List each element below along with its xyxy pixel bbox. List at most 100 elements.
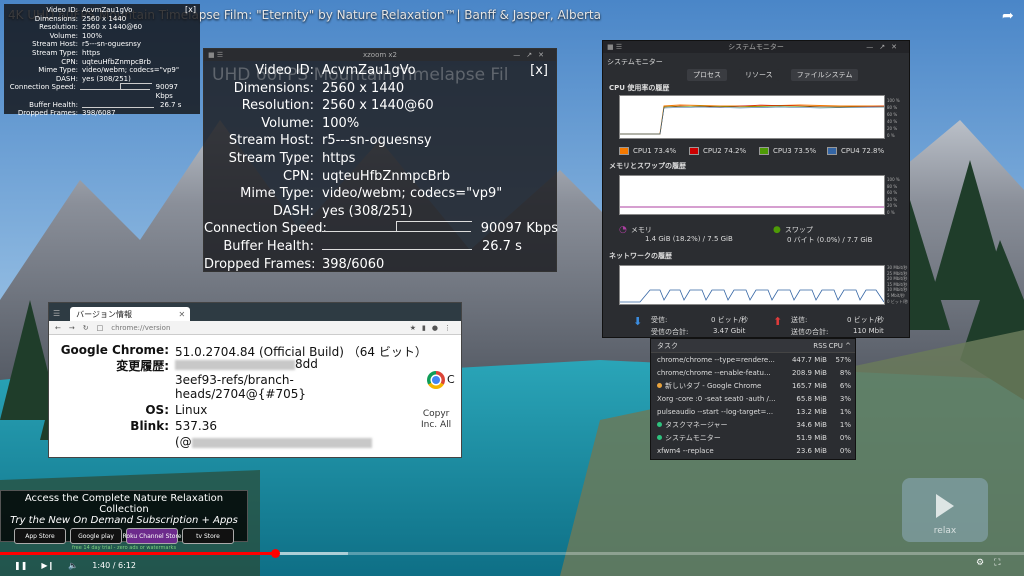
axis-tick: 60 % <box>887 112 898 117</box>
window-controls[interactable]: —↗✕ <box>513 51 550 59</box>
table-row[interactable]: xfwm4 --replace 23.6 MiB 0% <box>651 444 855 457</box>
swap-pie-icon: ● <box>773 225 781 235</box>
zoomed-buffer-sparkline <box>322 238 472 250</box>
app-store-badge[interactable]: App Store <box>14 528 66 544</box>
cpu-legend-label: CPU3 73.5% <box>773 147 817 155</box>
task-rss: 165.7 MiB <box>791 381 827 390</box>
version-value: (@ <box>175 435 372 449</box>
cpu-legend-item: CPU3 73.5% <box>759 147 816 155</box>
axis-tick: 100 % <box>887 98 900 103</box>
promo-banner[interactable]: Access the Complete Nature Relaxation Co… <box>0 490 248 551</box>
played-bar <box>0 552 276 555</box>
stats-for-nerds-panel: [x] Video ID: AcvmZau1gVo Dimensions: 2560 … <box>4 4 200 117</box>
task-manager[interactable]: タスク RSS CPU ^ chrome/chrome --type=rende… <box>650 338 856 460</box>
col-rss[interactable]: RSS <box>783 342 827 350</box>
table-row[interactable]: 新しいタブ - Google Chrome 165.7 MiB 6% <box>651 379 855 392</box>
task-cpu: 6% <box>839 381 851 390</box>
memory-graph <box>619 175 885 215</box>
stats-key: Stream Host: <box>228 133 314 149</box>
stats-key: Resolution: <box>241 98 314 114</box>
tab-filesystems[interactable]: ファイルシステム <box>790 69 859 81</box>
stats-value: 2560 x 1440@60 <box>322 98 434 114</box>
google-play-badge[interactable]: Google play <box>70 528 122 544</box>
system-monitor-window[interactable]: ■ ☰ システムモニター —↗✕ システムモニター プロセス リソース ファイル… <box>602 40 910 338</box>
share-icon[interactable]: ➦ <box>1002 8 1014 24</box>
stats-close-button[interactable]: [x] <box>185 5 196 15</box>
upload-arrow-icon: ⬆ <box>773 315 783 328</box>
progress-bar[interactable] <box>0 549 1024 558</box>
stats-key: Mime Type: <box>240 186 314 202</box>
tv-store-badge[interactable]: tv Store <box>182 528 234 544</box>
forward-icon[interactable]: → <box>69 324 75 332</box>
pause-icon[interactable]: ❚❚ <box>14 561 27 570</box>
play-logo-icon <box>936 494 954 518</box>
stats-row: Mime Type: video/webm; codecs="vp9" <box>8 66 196 75</box>
memory-graph-lines <box>620 206 884 208</box>
task-name: chrome/chrome --enable-featu... <box>651 369 783 377</box>
zoomed-stats-row: Volume: 100% <box>204 115 558 133</box>
zoomed-stats-row: Dimensions: 2560 x 1440 <box>204 80 558 98</box>
stats-key: CPN: <box>61 57 78 66</box>
cpu-color-swatch[interactable] <box>759 147 769 155</box>
back-icon[interactable]: ← <box>55 324 61 332</box>
cpu-color-swatch[interactable] <box>689 147 699 155</box>
volume-icon[interactable]: 🔈 <box>68 561 78 570</box>
stats-row-speed: Connection Speed: 90097 Kbps <box>9 83 178 100</box>
col-task[interactable]: タスク <box>651 341 783 351</box>
col-cpu[interactable]: CPU ^ <box>827 342 855 350</box>
version-value: 537.36 <box>175 419 217 433</box>
memory-value: 1.4 GiB (18.2%) / 7.5 GiB <box>645 235 733 243</box>
page-icon: □ <box>96 323 104 332</box>
stats-row: Dimensions: 2560 x 1440 <box>8 15 196 24</box>
xzoom-titlebar[interactable]: ■ ☰ xzoom x2 —↗✕ <box>204 49 556 61</box>
cpu-legend-label: CPU2 74.2% <box>703 147 747 155</box>
stats-value: r5---sn-oguesnsy <box>82 40 141 49</box>
address-bar[interactable]: chrome://version <box>111 324 170 332</box>
channel-watermark[interactable]: relax <box>902 478 988 542</box>
table-row[interactable]: chrome/chrome --type=rendere... 447.7 MiB… <box>651 353 855 366</box>
axis-tick: 100 % <box>887 177 900 182</box>
app-icon <box>657 435 662 440</box>
version-value-text: (@ <box>175 435 192 449</box>
window-controls[interactable]: —↗✕ <box>866 43 903 51</box>
settings-gear-icon[interactable]: ⚙ <box>976 558 984 568</box>
table-row[interactable]: chrome/chrome --enable-featu... 208.9 MiB… <box>651 366 855 379</box>
chrome-window[interactable]: ☰ バージョン情報 ✕ ← → ↻ □ chrome://version ★▮●… <box>48 302 462 458</box>
stats-row: Stream Host: r5---sn-oguesnsy <box>8 40 196 49</box>
stats-value: yes (308/251) <box>322 203 413 219</box>
version-key: 変更履歴: <box>116 359 169 373</box>
task-rss: 65.8 MiB <box>796 394 827 403</box>
tab-resources[interactable]: リソース <box>739 69 779 81</box>
table-row[interactable]: Xorg -core :0 -seat seat0 -auth /... 65.8… <box>651 392 855 405</box>
window-menu-icon[interactable]: ■ ☰ <box>607 43 622 51</box>
stats-row: Resolution: 2560 x 1440@60 <box>8 23 196 32</box>
xzoom-window[interactable]: ■ ☰ xzoom x2 —↗✕ UHD 60FPS Mountain Time… <box>203 48 558 272</box>
chrome-menu-icon[interactable]: ☰ <box>53 309 60 318</box>
cpu-color-swatch[interactable] <box>619 147 629 155</box>
roku-badge[interactable]: Roku Channel Store <box>123 528 181 544</box>
task-header: タスク RSS CPU ^ <box>651 339 855 353</box>
stats-row-dropped: Dropped Frames: 398/6087 <box>17 109 116 118</box>
table-row[interactable]: pulseaudio --start --log-target=... 13.2 … <box>651 405 855 418</box>
fullscreen-icon[interactable]: ⛶ <box>994 558 1000 568</box>
task-rss: 447.7 MiB <box>791 355 827 364</box>
next-icon[interactable]: ▶❙ <box>41 561 54 570</box>
tab-version[interactable]: バージョン情報 ✕ <box>70 307 191 321</box>
task-rss: 23.6 MiB <box>796 446 827 455</box>
player-right-controls: ⚙ ⛶ <box>976 558 1000 568</box>
tab-close-icon[interactable]: ✕ <box>178 310 185 319</box>
table-row[interactable]: タスクマネージャー 34.6 MiB 1% <box>651 418 855 431</box>
stats-value: 2560 x 1440 <box>82 14 127 23</box>
table-row[interactable]: システムモニター 51.9 MiB 0% <box>651 431 855 444</box>
task-cpu: 3% <box>839 394 851 403</box>
window-menu-icon[interactable]: ■ ☰ <box>208 51 223 59</box>
version-key: Google Chrome: <box>60 343 169 357</box>
cpu-color-swatch[interactable] <box>827 147 837 155</box>
reload-icon[interactable]: ↻ <box>83 324 89 332</box>
task-name-text: xfwm4 --replace <box>657 446 714 455</box>
sysmon-titlebar[interactable]: ■ ☰ システムモニター —↗✕ <box>603 41 909 53</box>
task-cpu: 57% <box>835 355 851 364</box>
zoomed-stats-row: Stream Host: r5---sn-oguesnsy <box>204 132 558 150</box>
toolbar-icons[interactable]: ★▮●⋮ <box>410 324 457 332</box>
tab-processes[interactable]: プロセス <box>687 69 727 81</box>
